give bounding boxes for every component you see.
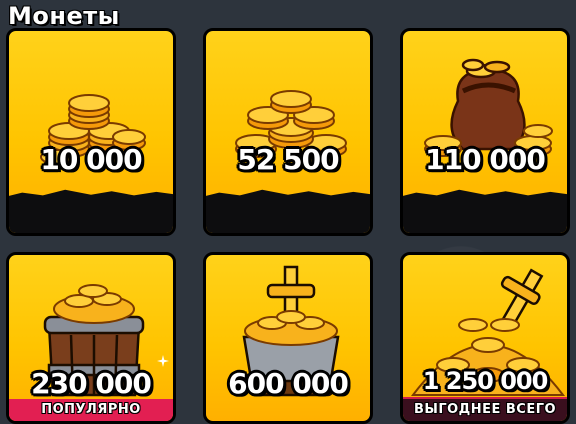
card-footer <box>206 197 370 233</box>
offer-amount: 10 000 <box>40 143 142 176</box>
offer-card-1250000[interactable]: 1 250 000 ВЫГОДНЕЕ ВСЕГО <box>400 252 570 424</box>
offer-amount: 110 000 <box>425 143 546 176</box>
card-footer <box>403 197 567 233</box>
section-title: Монеты <box>8 2 120 30</box>
offer-amount: 1 250 000 <box>422 367 549 395</box>
popular-badge: ПОПУЛЯРНО <box>9 399 173 421</box>
offer-card-52500[interactable]: 52 500 <box>203 28 373 236</box>
offer-card-230000[interactable]: 230 000 ПОПУЛЯРНО <box>6 252 176 424</box>
offer-card-600000[interactable]: 600 000 <box>203 252 373 424</box>
offer-card-10000[interactable]: 10 000 <box>6 28 176 236</box>
best-value-badge: ВЫГОДНЕЕ ВСЕГО <box>403 397 567 421</box>
offer-amount: 52 500 <box>237 143 339 176</box>
offer-amount: 230 000 <box>31 367 152 400</box>
offer-card-110000[interactable]: 110 000 <box>400 28 570 236</box>
card-footer <box>9 197 173 233</box>
offer-amount: 600 000 <box>228 367 349 400</box>
